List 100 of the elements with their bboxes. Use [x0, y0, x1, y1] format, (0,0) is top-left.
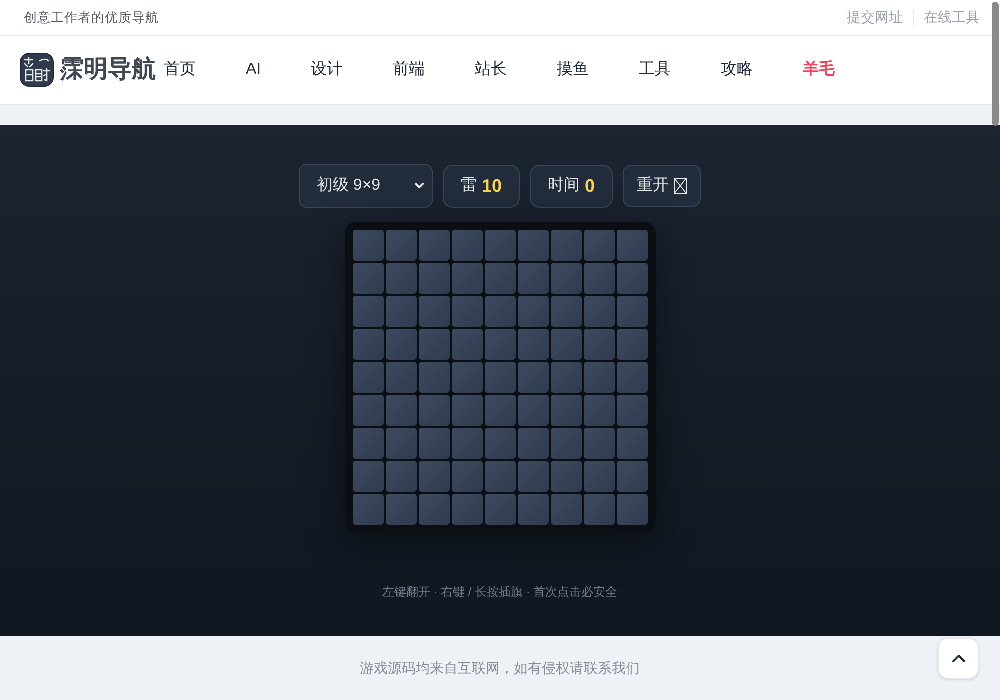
board-cell[interactable]: [616, 230, 648, 261]
back-to-top-button[interactable]: [938, 638, 979, 679]
board-cell[interactable]: [518, 296, 548, 327]
board-cell[interactable]: [386, 362, 416, 393]
board-cell[interactable]: [386, 329, 416, 360]
board-cell[interactable]: [584, 296, 614, 327]
board-cell[interactable]: [550, 461, 582, 492]
board-cell[interactable]: [484, 362, 516, 393]
board-cell[interactable]: [386, 263, 416, 294]
board-cell[interactable]: [616, 494, 648, 525]
nav-link[interactable]: 攻略: [721, 58, 754, 82]
board-cell[interactable]: [616, 461, 648, 492]
board-cell[interactable]: [386, 230, 416, 261]
nav-link[interactable]: 设计: [311, 58, 344, 82]
board-cell[interactable]: [418, 362, 450, 393]
tagline: 创意工作者的优质导航: [24, 8, 159, 27]
board-cell[interactable]: [550, 428, 582, 459]
nav-link[interactable]: 摸鱼: [557, 58, 590, 82]
board-cell[interactable]: [484, 263, 516, 294]
board-cell[interactable]: [386, 395, 416, 426]
nav-link[interactable]: 工具: [639, 58, 672, 82]
board-cell[interactable]: [452, 494, 482, 525]
board-cell[interactable]: [550, 362, 582, 393]
board-cell[interactable]: [418, 461, 450, 492]
board-cell[interactable]: [584, 494, 614, 525]
board-cell[interactable]: [616, 428, 648, 459]
board-cell[interactable]: [616, 362, 648, 393]
board-cell[interactable]: [452, 362, 482, 393]
board-cell[interactable]: [418, 494, 450, 525]
board-cell[interactable]: [452, 230, 482, 261]
nav-link[interactable]: 前端: [393, 58, 426, 82]
board-cell[interactable]: [584, 263, 614, 294]
board-cell[interactable]: [550, 230, 582, 261]
board-cell[interactable]: [518, 230, 548, 261]
board-cell[interactable]: [452, 263, 482, 294]
board-cell[interactable]: [550, 329, 582, 360]
board-cell[interactable]: [584, 461, 614, 492]
board-cell[interactable]: [484, 494, 516, 525]
nav-link[interactable]: 首页: [164, 58, 196, 82]
board-cell[interactable]: [518, 263, 548, 294]
crossed-box-icon: [674, 178, 688, 194]
board-cell[interactable]: [418, 329, 450, 360]
board-cell[interactable]: [484, 395, 516, 426]
board-cell[interactable]: [550, 263, 582, 294]
board-cell[interactable]: [584, 230, 614, 261]
board-cell[interactable]: [550, 296, 582, 327]
board-cell[interactable]: [352, 428, 384, 459]
board-cell[interactable]: [518, 494, 548, 525]
timer-value: 0: [585, 174, 596, 198]
board-cell[interactable]: [352, 263, 384, 294]
board-cell[interactable]: [352, 362, 384, 393]
footer-notice: 游戏源码均来自互联网，如有侵权请联系我们: [360, 658, 640, 678]
board-cell[interactable]: [518, 362, 548, 393]
board-cell[interactable]: [550, 395, 582, 426]
scrollbar-thumb[interactable]: [992, 2, 999, 126]
board-cell[interactable]: [452, 296, 482, 327]
board-cell[interactable]: [352, 395, 384, 426]
board-cell[interactable]: [386, 428, 416, 459]
board-cell[interactable]: [352, 494, 384, 525]
board-cell[interactable]: [452, 461, 482, 492]
board-cell[interactable]: [452, 428, 482, 459]
board-cell[interactable]: [584, 329, 614, 360]
restart-button[interactable]: 重开: [623, 165, 702, 207]
board-cell[interactable]: [418, 230, 450, 261]
board-cell[interactable]: [484, 461, 516, 492]
board-cell[interactable]: [386, 461, 416, 492]
board-cell[interactable]: [518, 329, 548, 360]
board-cell[interactable]: [484, 230, 516, 261]
board-cell[interactable]: [518, 395, 548, 426]
board-cell[interactable]: [518, 428, 548, 459]
board-cell[interactable]: [484, 296, 516, 327]
board-cell[interactable]: [484, 329, 516, 360]
board-cell[interactable]: [616, 395, 648, 426]
board-cell[interactable]: [484, 428, 516, 459]
board-cell[interactable]: [616, 296, 648, 327]
board-cell[interactable]: [550, 494, 582, 525]
board-cell[interactable]: [352, 461, 384, 492]
board-cell[interactable]: [418, 395, 450, 426]
board-cell[interactable]: [518, 461, 548, 492]
nav-link[interactable]: 羊毛: [803, 58, 836, 82]
game-hint: 左键翻开 · 右键 / 长按插旗 · 首次点击必安全: [382, 584, 618, 601]
board-cell[interactable]: [352, 230, 384, 261]
board-cell[interactable]: [452, 395, 482, 426]
nav-link[interactable]: AI: [246, 58, 262, 82]
board-cell[interactable]: [584, 362, 614, 393]
board-cell[interactable]: [452, 329, 482, 360]
difficulty-select[interactable]: 初级 9×9: [298, 164, 433, 208]
board-cell[interactable]: [386, 494, 416, 525]
board-cell[interactable]: [386, 296, 416, 327]
chevron-down-icon: [414, 183, 424, 189]
board-cell[interactable]: [584, 428, 614, 459]
nav-link[interactable]: 站长: [475, 58, 508, 82]
board-cell[interactable]: [418, 263, 450, 294]
board-cell[interactable]: [352, 329, 384, 360]
board-cell[interactable]: [616, 329, 648, 360]
board-cell[interactable]: [352, 296, 384, 327]
board-cell[interactable]: [418, 428, 450, 459]
board-cell[interactable]: [418, 296, 450, 327]
board-cell[interactable]: [616, 263, 648, 294]
board-cell[interactable]: [584, 395, 614, 426]
